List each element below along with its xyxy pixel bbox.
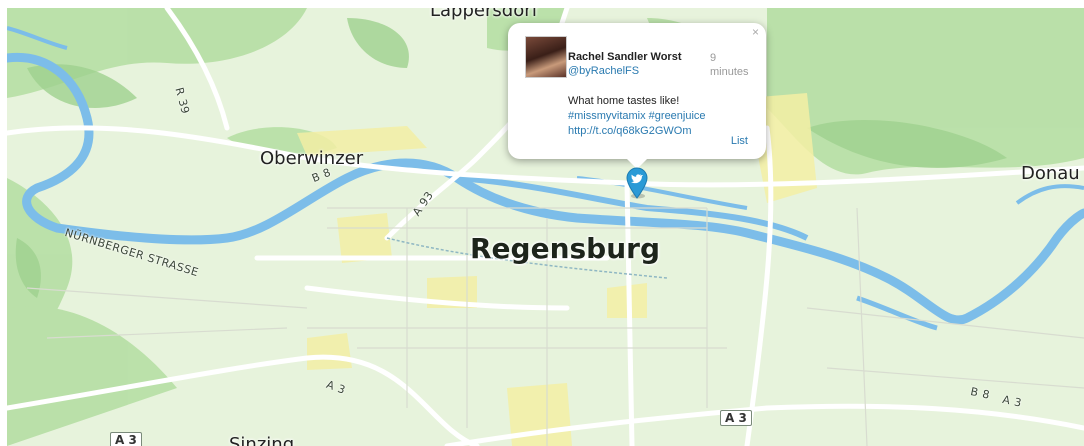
place-label-sinzing: Sinzing xyxy=(229,434,295,446)
tweet-popup: × Rachel Sandler Worst @byRachelFS 9 min… xyxy=(508,23,766,169)
avatar[interactable] xyxy=(525,36,567,78)
highway-shield-a3: A 3 xyxy=(720,410,752,426)
tweet-link[interactable]: http://t.co/q68kG2GWOm xyxy=(568,124,748,139)
highway-shield-a3-west: A 3 xyxy=(110,432,142,446)
place-label-oberwinzer: Oberwinzer xyxy=(260,148,364,169)
tweet-body: What home tastes like! xyxy=(568,95,680,107)
twitter-bird-icon[interactable] xyxy=(625,167,649,199)
close-icon[interactable]: × xyxy=(752,25,759,39)
place-label-lappersdorf: Lappersdorf xyxy=(430,8,538,21)
tweet-timestamp: 9 minutes xyxy=(710,52,749,78)
list-link[interactable]: List xyxy=(731,135,748,147)
tweet-hashtags[interactable]: #missmyvitamix #greenjuice xyxy=(568,109,748,124)
place-label-regensburg: Regensburg xyxy=(470,232,661,265)
tweet-author-handle[interactable]: @byRachelFS xyxy=(568,65,639,77)
tweet-text: What home tastes like! #missmyvitamix #g… xyxy=(568,94,748,139)
place-label-donau: Donau xyxy=(1021,163,1080,184)
tweet-author-name: Rachel Sandler Worst xyxy=(568,51,682,63)
